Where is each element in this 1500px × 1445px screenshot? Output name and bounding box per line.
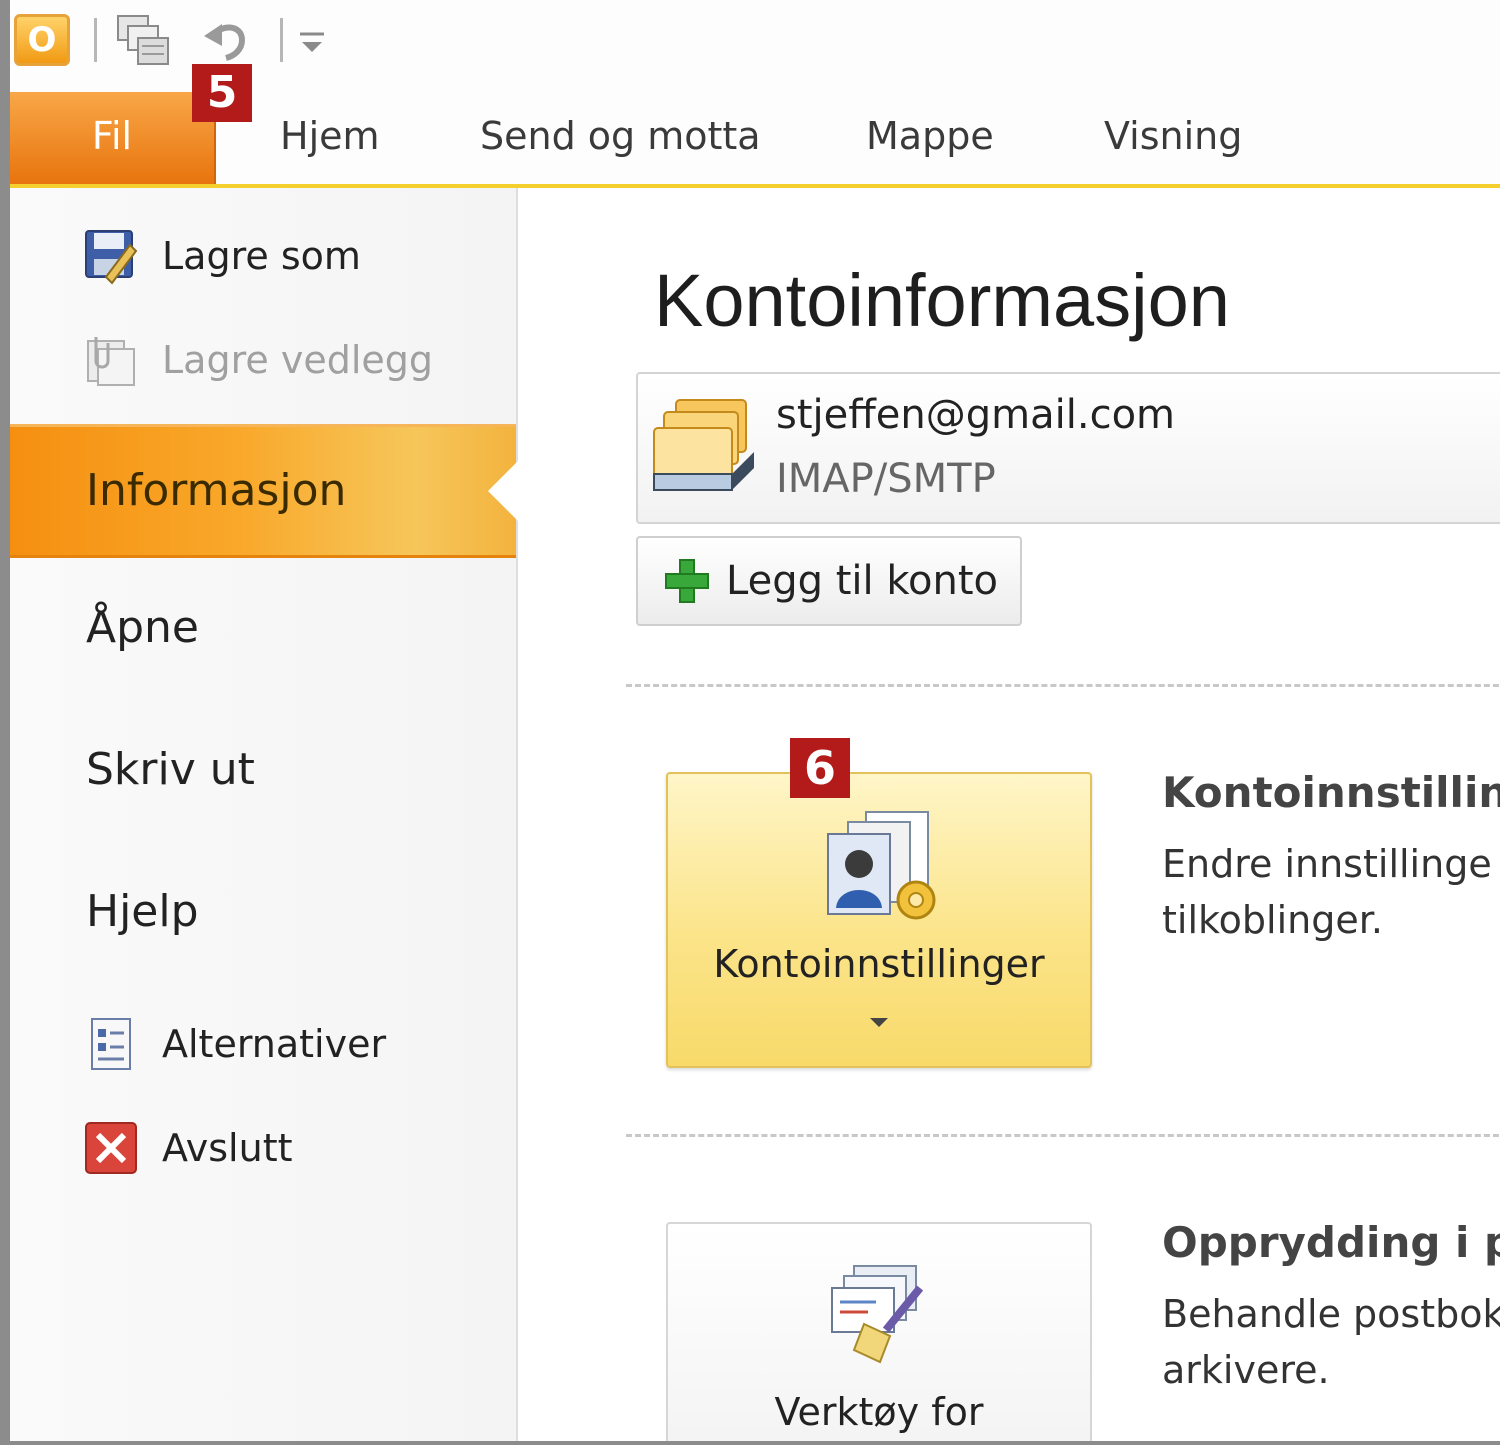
cleanup-tools-button[interactable]: Verktøy for bbox=[666, 1222, 1092, 1441]
account-email: stjeffen@gmail.com bbox=[776, 392, 1176, 438]
exit-label: Avslutt bbox=[162, 1126, 293, 1170]
account-settings-icon bbox=[820, 808, 944, 926]
section-divider bbox=[626, 1134, 1500, 1137]
selection-notch bbox=[488, 461, 518, 521]
account-settings-label: Kontoinnstillinger bbox=[713, 942, 1045, 986]
plus-icon bbox=[662, 556, 712, 606]
tab-view[interactable]: Visning bbox=[1104, 92, 1242, 184]
account-selector[interactable]: stjeffen@gmail.com IMAP/SMTP bbox=[636, 372, 1500, 524]
cleanup-broom-icon bbox=[824, 1258, 936, 1370]
cleanup-tools-label: Verktøy for bbox=[774, 1390, 984, 1434]
undo-icon[interactable] bbox=[200, 14, 252, 66]
options-label: Alternativer bbox=[162, 1022, 387, 1066]
add-account-button[interactable]: Legg til konto bbox=[636, 536, 1022, 626]
cleanup-description: arkivere. bbox=[1162, 1348, 1330, 1392]
cleanup-title: Opprydding i p bbox=[1162, 1218, 1500, 1267]
customize-toolbar-icon[interactable] bbox=[294, 20, 330, 60]
cleanup-description: Behandle postbok bbox=[1162, 1292, 1500, 1336]
account-info-pane: Kontoinformasjon stjeffen@gmail.com IMAP… bbox=[518, 188, 1500, 1441]
information-label: Informasjon bbox=[86, 465, 347, 516]
account-settings-description: tilkoblinger. bbox=[1162, 898, 1383, 942]
tab-help[interactable]: Hjelp bbox=[86, 886, 199, 937]
account-settings-description: Endre innstillinge bbox=[1162, 842, 1492, 886]
tab-print[interactable]: Skriv ut bbox=[86, 744, 255, 795]
save-attachments-label: Lagre vedlegg bbox=[162, 338, 433, 382]
add-account-label: Legg til konto bbox=[726, 558, 999, 604]
options-icon bbox=[82, 1015, 140, 1073]
toolbar-separator bbox=[280, 18, 283, 62]
save-as-icon bbox=[82, 227, 140, 285]
tab-folder[interactable]: Mappe bbox=[866, 92, 994, 184]
exit-command[interactable]: Avslutt bbox=[82, 1116, 293, 1180]
save-attachments-icon bbox=[82, 331, 140, 389]
tab-home[interactable]: Hjem bbox=[280, 92, 380, 184]
tab-file[interactable]: Fil bbox=[10, 92, 216, 184]
section-divider bbox=[626, 684, 1500, 687]
tab-open[interactable]: Åpne bbox=[86, 602, 199, 653]
chevron-down-icon bbox=[870, 1018, 888, 1027]
account-settings-title: Kontoinnstillin bbox=[1162, 768, 1500, 817]
page-title: Kontoinformasjon bbox=[654, 259, 1230, 342]
outlook-logo-icon[interactable]: O bbox=[14, 14, 70, 66]
backstage-navigation: Lagre som Lagre vedlegg Informasjon Åpne… bbox=[10, 188, 518, 1441]
save-as-label: Lagre som bbox=[162, 234, 361, 278]
step-marker-5: 5 bbox=[192, 64, 252, 122]
outlook-backstage-window: O 5 Fil Hjem Send og motta Mappe Visning… bbox=[0, 0, 1500, 1445]
save-attachments-command[interactable]: Lagre vedlegg bbox=[82, 328, 433, 392]
options-command[interactable]: Alternativer bbox=[82, 1012, 386, 1076]
tab-send-receive[interactable]: Send og motta bbox=[480, 92, 761, 184]
exit-icon bbox=[82, 1119, 140, 1177]
step-marker-6: 6 bbox=[790, 738, 850, 798]
save-as-command[interactable]: Lagre som bbox=[82, 224, 361, 288]
account-type: IMAP/SMTP bbox=[776, 456, 996, 502]
toolbar-separator bbox=[94, 18, 97, 62]
email-account-icon bbox=[650, 394, 760, 498]
send-receive-all-icon[interactable] bbox=[114, 12, 172, 70]
account-settings-button[interactable]: Kontoinnstillinger bbox=[666, 772, 1092, 1068]
tab-information[interactable]: Informasjon bbox=[10, 424, 518, 558]
